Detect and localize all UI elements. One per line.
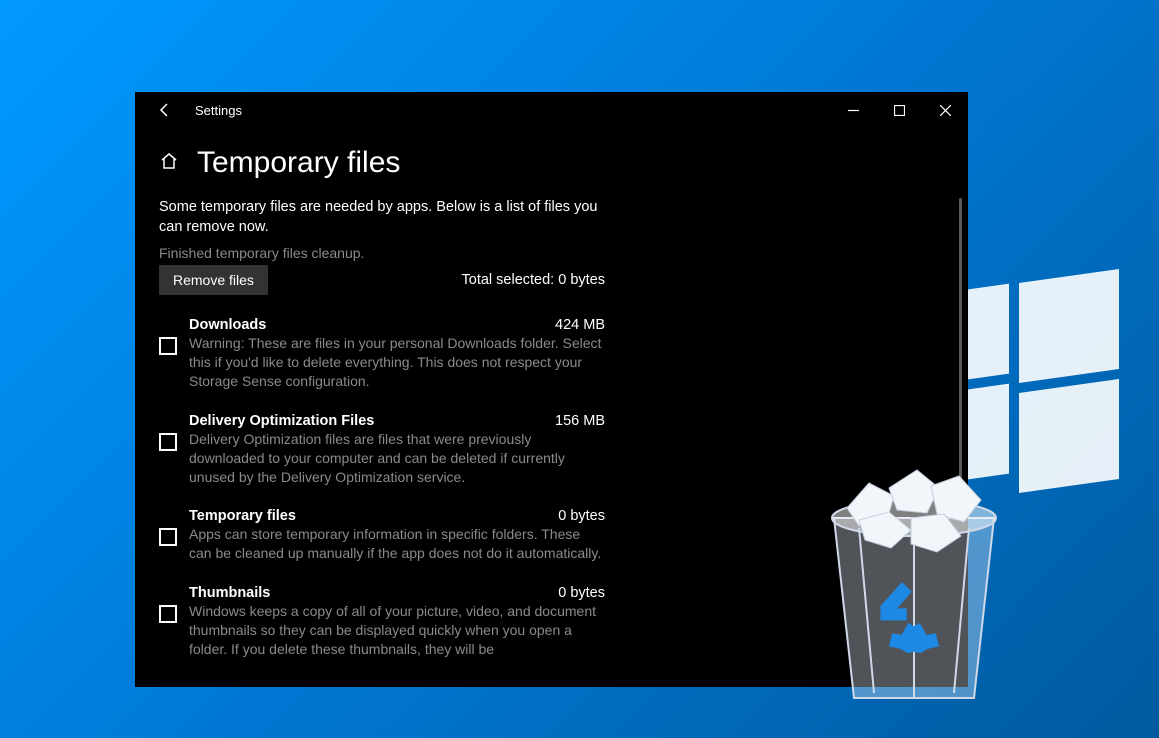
item-title: Delivery Optimization Files [189,413,374,429]
item-size: 0 bytes [558,585,605,601]
action-row: Remove files Total selected: 0 bytes [159,265,605,295]
item-title: Temporary files [189,508,296,524]
item-body: Delivery Optimization Files 156 MBDeliver… [189,413,605,487]
item-description: Apps can store temporary information in … [189,525,605,563]
item-size: 424 MB [555,317,605,333]
item-title: Thumbnails [189,585,270,601]
scrollbar-thumb[interactable] [959,198,962,498]
item-checkbox[interactable] [159,433,177,451]
file-category-item: Delivery Optimization Files 156 MBDeliver… [159,413,605,487]
item-size: 156 MB [555,413,605,429]
item-body: Downloads 424 MBWarning: These are files … [189,317,605,391]
window-controls [830,92,968,128]
item-checkbox[interactable] [159,337,177,355]
item-description: Delivery Optimization files are files th… [189,430,605,487]
titlebar: Settings [135,92,968,128]
items-list: Downloads 424 MBWarning: These are files … [159,317,605,659]
item-head: Temporary files 0 bytes [189,508,605,524]
maximize-button[interactable] [876,92,922,128]
back-button[interactable] [143,92,187,128]
minimize-button[interactable] [830,92,876,128]
item-description: Warning: These are files in your persona… [189,334,605,391]
total-selected-label: Total selected: 0 bytes [462,272,605,288]
intro-text: Some temporary files are needed by apps.… [159,198,605,237]
item-head: Downloads 424 MB [189,317,605,333]
item-head: Delivery Optimization Files 156 MB [189,413,605,429]
file-category-item: Downloads 424 MBWarning: These are files … [159,317,605,391]
item-checkbox[interactable] [159,528,177,546]
page-title: Temporary files [197,146,400,180]
file-category-item: Thumbnails 0 bytesWindows keeps a copy of… [159,585,605,659]
content-area: Some temporary files are needed by apps.… [135,190,968,687]
item-head: Thumbnails 0 bytes [189,585,605,601]
item-checkbox[interactable] [159,605,177,623]
remove-files-button[interactable]: Remove files [159,265,268,295]
status-text: Finished temporary files cleanup. [159,245,605,261]
file-category-item: Temporary files 0 bytesApps can store tem… [159,508,605,563]
item-body: Temporary files 0 bytesApps can store tem… [189,508,605,563]
home-icon[interactable] [159,151,179,176]
close-button[interactable] [922,92,968,128]
item-description: Windows keeps a copy of all of your pict… [189,602,605,659]
item-title: Downloads [189,317,266,333]
item-body: Thumbnails 0 bytesWindows keeps a copy of… [189,585,605,659]
app-name: Settings [195,103,242,118]
item-size: 0 bytes [558,508,605,524]
page-header: Temporary files [135,128,968,190]
settings-window: Settings Temporary files Some temporary … [135,92,968,687]
